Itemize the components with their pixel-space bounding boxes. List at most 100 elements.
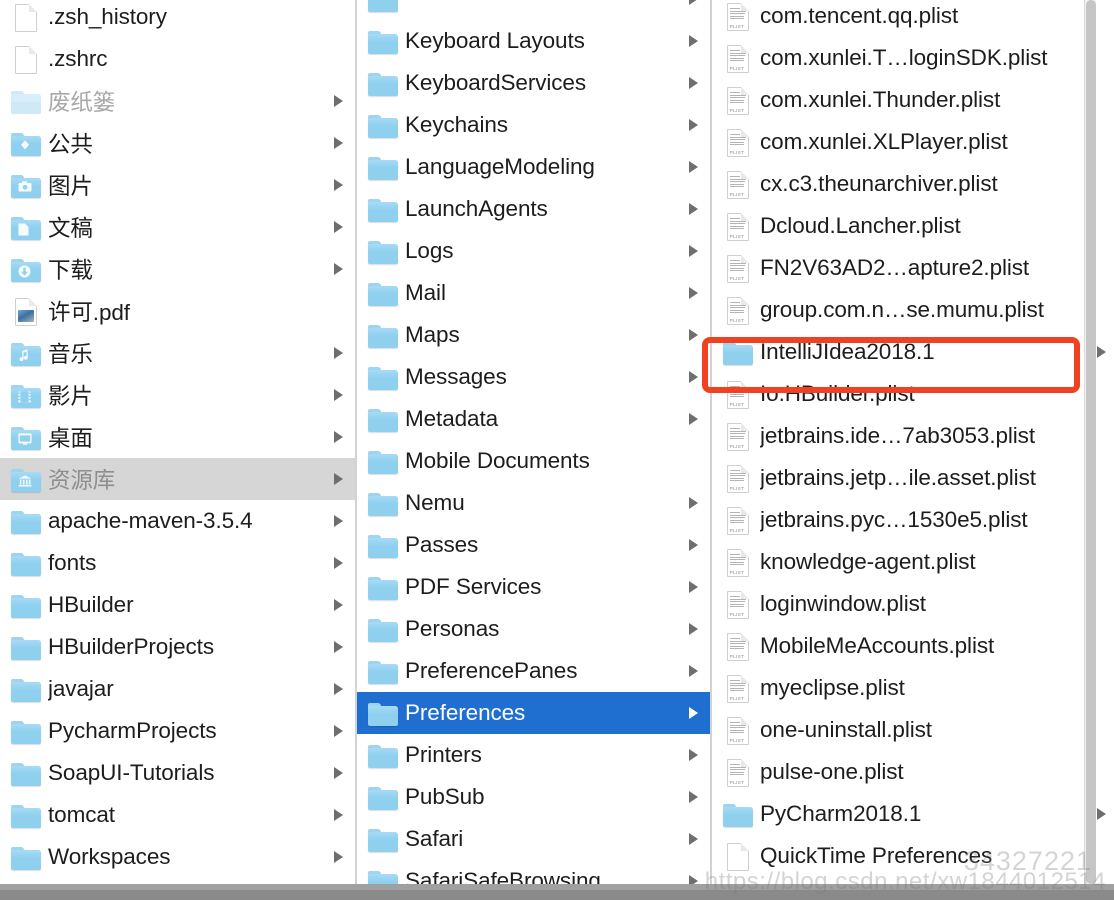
file-row[interactable]: SafariSafeBrowsing (357, 860, 710, 884)
disclosure-arrow-icon[interactable] (686, 495, 702, 511)
file-row[interactable]: PLIST loginwindow.plist (712, 583, 1114, 625)
file-row[interactable]: tomcat (0, 794, 355, 836)
file-row[interactable]: Keyboard Layouts (357, 20, 710, 62)
file-row[interactable]: HBuilder (0, 584, 355, 626)
file-row[interactable]: PLIST jetbrains.jetp…ile.asset.plist (712, 457, 1114, 499)
disclosure-arrow-icon[interactable] (686, 621, 702, 637)
file-row[interactable]: SoapUI-Tutorials (0, 752, 355, 794)
disclosure-arrow-icon[interactable] (686, 285, 702, 301)
file-row[interactable]: apache-maven-3.5.4 (0, 500, 355, 542)
finder-column-preferences[interactable]: PLIST com.tencent.qq.plist PLIST com.xunlei… (712, 0, 1114, 884)
disclosure-arrow-icon[interactable] (686, 201, 702, 217)
disclosure-arrow-icon[interactable] (686, 873, 702, 884)
disclosure-arrow-icon[interactable] (686, 411, 702, 427)
file-row[interactable]: .zshrc (0, 38, 355, 80)
file-row[interactable]: Mobile Documents (357, 440, 710, 482)
file-row[interactable]: PLIST group.com.n…se.mumu.plist (712, 289, 1114, 331)
scrollbar-thumb[interactable] (1086, 0, 1096, 884)
file-row[interactable]: Personas (357, 608, 710, 650)
disclosure-arrow-icon[interactable] (331, 261, 347, 277)
file-row[interactable]: PLIST cx.c3.theunarchiver.plist (712, 163, 1114, 205)
disclosure-arrow-icon[interactable] (331, 93, 347, 109)
file-row[interactable]: PreferencePanes (357, 650, 710, 692)
file-row[interactable]: 资源库 (0, 458, 355, 500)
disclosure-arrow-icon[interactable] (686, 663, 702, 679)
file-row[interactable]: PLIST Dcloud.Lancher.plist (712, 205, 1114, 247)
disclosure-arrow-icon[interactable] (686, 579, 702, 595)
file-row[interactable]: PLIST jetbrains.pyc…1530e5.plist (712, 499, 1114, 541)
disclosure-arrow-icon[interactable] (331, 765, 347, 781)
file-row[interactable]: 影片 (0, 374, 355, 416)
file-row[interactable]: Keychains (357, 104, 710, 146)
file-row[interactable]: 图片 (0, 164, 355, 206)
file-row[interactable]: 下载 (0, 248, 355, 290)
file-row[interactable]: PyCharm2018.1 (712, 793, 1114, 835)
disclosure-arrow-icon[interactable] (686, 705, 702, 721)
disclosure-arrow-icon[interactable] (686, 327, 702, 343)
file-row[interactable]: Maps (357, 314, 710, 356)
file-row[interactable]: Logs (357, 230, 710, 272)
file-row[interactable]: IntelliJIdea2018.1 (712, 331, 1114, 373)
file-row[interactable]: 文稿 (0, 206, 355, 248)
file-row[interactable]: LanguageModeling (357, 146, 710, 188)
disclosure-arrow-icon[interactable] (331, 681, 347, 697)
horizontal-scrollbar-track[interactable] (0, 884, 1114, 890)
file-row[interactable]: PLIST com.xunlei.XLPlayer.plist (712, 121, 1114, 163)
file-row[interactable]: PDF Services (357, 566, 710, 608)
file-row[interactable]: Passes (357, 524, 710, 566)
disclosure-arrow-icon[interactable] (1094, 344, 1110, 360)
file-row[interactable]: PLIST myeclipse.plist (712, 667, 1114, 709)
disclosure-arrow-icon[interactable] (686, 747, 702, 763)
file-row[interactable]: Workspaces (0, 836, 355, 878)
vertical-scrollbar[interactable] (1084, 0, 1096, 884)
file-row[interactable]: PLIST com.xunlei.T…loginSDK.plist (712, 37, 1114, 79)
disclosure-arrow-icon[interactable] (331, 513, 347, 529)
file-row[interactable]: Mail (357, 272, 710, 314)
disclosure-arrow-icon[interactable] (331, 219, 347, 235)
disclosure-arrow-icon[interactable] (331, 639, 347, 655)
disclosure-arrow-icon[interactable] (331, 849, 347, 865)
disclosure-arrow-icon[interactable] (331, 597, 347, 613)
file-row[interactable]: LaunchAgents (357, 188, 710, 230)
file-row[interactable]: 废纸篓 (0, 80, 355, 122)
disclosure-arrow-icon[interactable] (686, 831, 702, 847)
file-row[interactable]: HBuilderProjects (0, 626, 355, 668)
file-row[interactable]: Messages (357, 356, 710, 398)
file-row[interactable]: Safari (357, 818, 710, 860)
file-row[interactable]: .zsh_history (0, 0, 355, 38)
disclosure-arrow-icon[interactable] (686, 33, 702, 49)
file-row[interactable]: 公共 (0, 122, 355, 164)
file-row[interactable]: javajar (0, 668, 355, 710)
file-row[interactable]: Preferences (357, 692, 710, 734)
file-row[interactable]: PLIST FN2V63AD2…apture2.plist (712, 247, 1114, 289)
file-row[interactable]: PLIST com.tencent.qq.plist (712, 0, 1114, 37)
file-row[interactable]: Metadata (357, 398, 710, 440)
disclosure-arrow-icon[interactable] (331, 723, 347, 739)
disclosure-arrow-icon[interactable] (331, 429, 347, 445)
disclosure-arrow-icon[interactable] (686, 369, 702, 385)
file-row[interactable]: Printers (357, 734, 710, 776)
disclosure-arrow-icon[interactable] (686, 0, 702, 7)
disclosure-arrow-icon[interactable] (331, 387, 347, 403)
file-row[interactable]: PycharmProjects (0, 710, 355, 752)
disclosure-arrow-icon[interactable] (686, 789, 702, 805)
file-row[interactable]: PLIST Io.HBuilder.plist (712, 373, 1114, 415)
file-row[interactable]: PubSub (357, 776, 710, 818)
file-row[interactable]: fonts (0, 542, 355, 584)
disclosure-arrow-icon[interactable] (686, 117, 702, 133)
disclosure-arrow-icon[interactable] (331, 555, 347, 571)
finder-column-library[interactable]: Keyboard Layouts KeyboardServices Keychain… (357, 0, 710, 884)
file-row[interactable]: QuickTime Preferences (712, 835, 1114, 877)
disclosure-arrow-icon[interactable] (686, 537, 702, 553)
disclosure-arrow-icon[interactable] (331, 807, 347, 823)
disclosure-arrow-icon[interactable] (686, 75, 702, 91)
file-row[interactable]: KeyboardServices (357, 62, 710, 104)
finder-column-home[interactable]: .zsh_history .zshrc 废纸篓 公共 图片 文稿 下载 许可.pdf 音乐 影片桌… (0, 0, 355, 884)
file-row[interactable]: PLIST one-uninstall.plist (712, 709, 1114, 751)
file-row[interactable]: Nemu (357, 482, 710, 524)
disclosure-arrow-icon[interactable] (331, 135, 347, 151)
file-row[interactable]: PLIST jetbrains.ide…7ab3053.plist (712, 415, 1114, 457)
file-row[interactable]: PLIST knowledge-agent.plist (712, 541, 1114, 583)
file-row[interactable]: PLIST MobileMeAccounts.plist (712, 625, 1114, 667)
file-row[interactable]: PLIST com.xunlei.Thunder.plist (712, 79, 1114, 121)
